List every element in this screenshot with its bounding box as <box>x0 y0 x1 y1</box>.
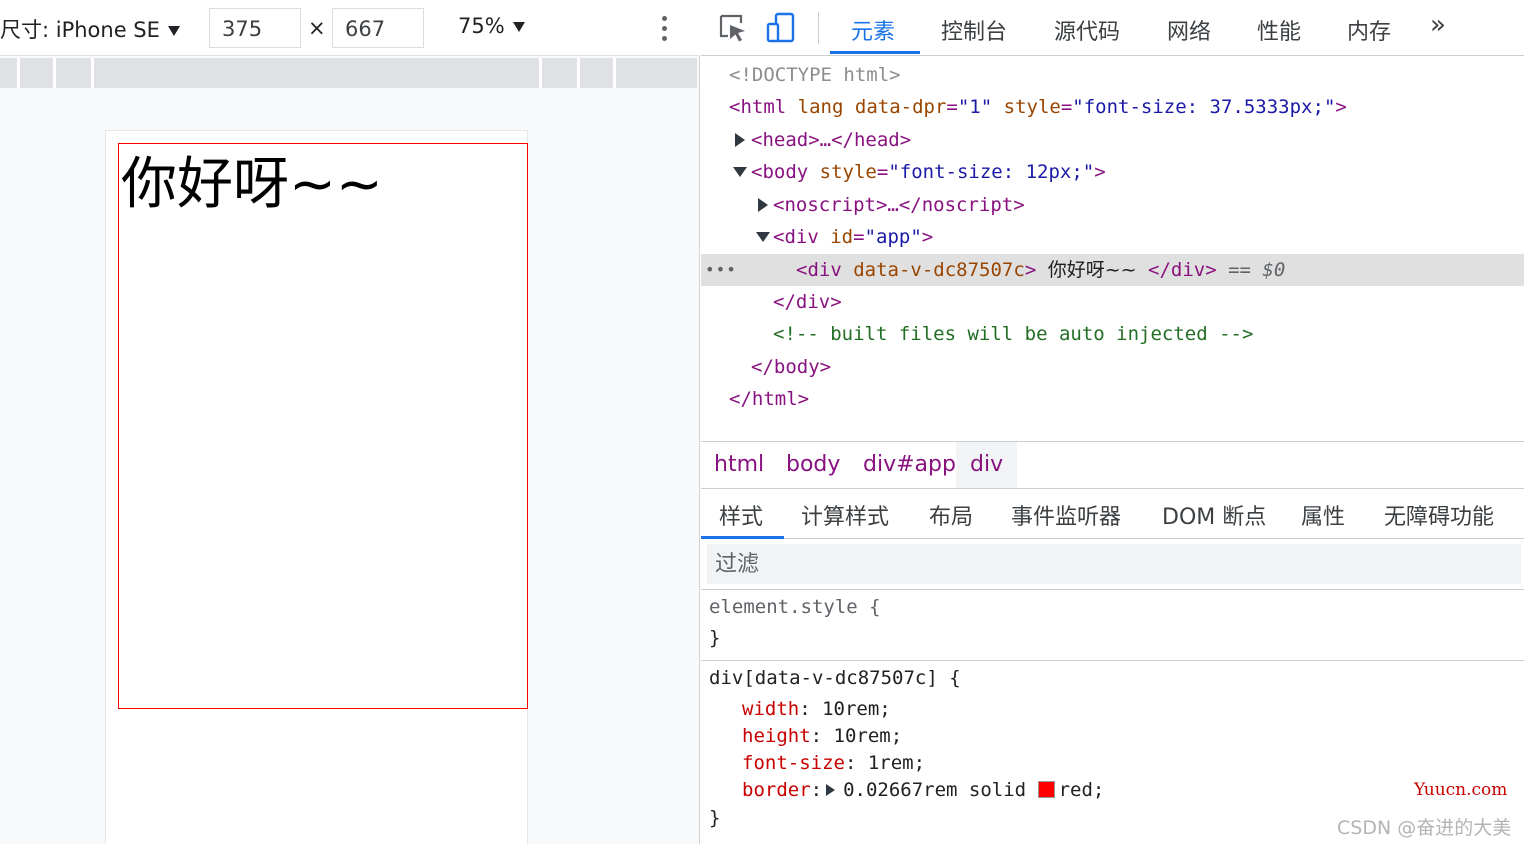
node-actions-icon[interactable]: ••• <box>705 254 737 286</box>
tab-network[interactable]: 网络 <box>1167 14 1211 46</box>
ruler-segment[interactable] <box>56 58 94 88</box>
color-swatch[interactable] <box>1037 781 1055 798</box>
expand-shorthand-icon[interactable] <box>826 784 836 796</box>
collapse-arrow-icon[interactable] <box>733 167 747 177</box>
device-toolbar: 尺寸: iPhone SE 375 × 667 75% <box>0 0 700 56</box>
ruler-segment[interactable] <box>580 58 616 88</box>
breadcrumb-div[interactable]: div <box>956 442 1018 488</box>
height-input[interactable]: 667 <box>332 8 424 48</box>
device-select[interactable]: 尺寸: iPhone SE <box>0 14 180 44</box>
rule-divider <box>701 660 1524 661</box>
element-style-selector[interactable]: element.style { <box>709 593 881 621</box>
tab-computed[interactable]: 计算样式 <box>801 499 889 531</box>
device-emulation-pane: 尺寸: iPhone SE 375 × 667 75% 你好呀~~ <box>0 0 700 844</box>
hello-div[interactable]: 你好呀~~ <box>118 143 528 709</box>
filter-input[interactable] <box>707 544 1521 584</box>
filter-bar <box>701 540 1524 590</box>
breadcrumb: html body div#app div <box>701 441 1524 489</box>
tab-memory[interactable]: 内存 <box>1347 14 1391 46</box>
device-viewport: 你好呀~~ <box>105 130 528 844</box>
devtools-pane: 元素 控制台 源代码 网络 性能 内存 » <!DOCTYPE html> <h… <box>701 0 1524 844</box>
dom-node-body[interactable]: <body style="font-size: 12px;"> <box>701 156 1524 188</box>
breadcrumb-html[interactable]: html <box>714 442 764 488</box>
dom-node-html[interactable]: <html lang data-dpr="1" style="font-size… <box>701 91 1524 123</box>
styles-pane: element.style { } div[data-v-dc87507c] {… <box>701 591 1524 844</box>
tab-elements[interactable]: 元素 <box>851 14 895 46</box>
dom-tree: <!DOCTYPE html> <html lang data-dpr="1" … <box>701 57 1524 440</box>
devtools-main-tabs: 元素 控制台 源代码 网络 性能 内存 » <box>701 0 1524 56</box>
media-query-ruler[interactable] <box>0 58 697 88</box>
dom-node-head[interactable]: <head>…</head> <box>701 124 1524 156</box>
inspect-element-icon[interactable] <box>717 12 749 44</box>
collapse-arrow-icon[interactable] <box>756 232 770 242</box>
ruler-segment[interactable] <box>20 58 56 88</box>
dom-node-body-close[interactable]: </body> <box>701 351 1524 383</box>
active-subtab-indicator <box>701 536 784 539</box>
dom-node-noscript[interactable]: <noscript>…</noscript> <box>701 189 1524 221</box>
ruler-segment[interactable] <box>616 58 697 88</box>
styles-subtabs: 样式 计算样式 布局 事件监听器 DOM 断点 属性 无障碍功能 <box>701 489 1524 539</box>
zoom-select[interactable]: 75% <box>458 14 525 38</box>
css-prop-width[interactable]: width: 10rem; <box>742 695 891 723</box>
more-options-icon[interactable] <box>660 16 668 42</box>
dom-node-comment[interactable]: <!-- built files will be auto injected -… <box>701 318 1524 350</box>
expand-arrow-icon[interactable] <box>735 133 745 147</box>
tab-properties[interactable]: 属性 <box>1301 499 1345 531</box>
tab-styles[interactable]: 样式 <box>719 499 763 531</box>
tab-sources[interactable]: 源代码 <box>1054 14 1120 46</box>
breadcrumb-body[interactable]: body <box>786 442 840 488</box>
ruler-segment[interactable] <box>94 58 542 88</box>
tab-accessibility[interactable]: 无障碍功能 <box>1384 499 1494 531</box>
css-prop-border[interactable]: border: 0.02667rem solid red; <box>742 776 1104 804</box>
chevron-down-icon <box>512 22 525 32</box>
ruler-segment[interactable] <box>542 58 580 88</box>
dom-node-doctype[interactable]: <!DOCTYPE html> <box>701 59 1524 91</box>
more-tabs-icon[interactable]: » <box>1430 10 1446 40</box>
times-sign: × <box>308 16 326 40</box>
width-input[interactable]: 375 <box>209 8 301 48</box>
tab-dom-breakpoints[interactable]: DOM 断点 <box>1162 499 1266 531</box>
site-watermark: Yuucn.com <box>1414 780 1508 800</box>
css-prop-height[interactable]: height: 10rem; <box>742 722 902 750</box>
tab-console[interactable]: 控制台 <box>941 14 1007 46</box>
dom-node-div-app[interactable]: <div id="app"> <box>701 221 1524 253</box>
active-tab-indicator <box>830 51 920 54</box>
device-toggle-icon[interactable] <box>765 12 797 44</box>
rule-close-brace: } <box>709 807 721 829</box>
hello-text: 你好呀~~ <box>121 152 383 217</box>
expand-arrow-icon[interactable] <box>758 198 768 212</box>
breadcrumb-div-app[interactable]: div#app <box>863 442 956 488</box>
ruler-segment[interactable] <box>0 58 20 88</box>
tab-performance[interactable]: 性能 <box>1257 14 1301 46</box>
chevron-down-icon <box>167 26 180 36</box>
dom-node-selected-div[interactable]: ••• <div data-v-dc87507c> 你好呀~~ </div> =… <box>701 254 1524 286</box>
tab-layout[interactable]: 布局 <box>929 499 973 531</box>
author-watermark: CSDN @奋进的大美 <box>1337 817 1512 839</box>
css-prop-font-size[interactable]: font-size: 1rem; <box>742 749 925 777</box>
toolbar-divider <box>818 12 819 44</box>
tab-event-listeners[interactable]: 事件监听器 <box>1011 499 1121 531</box>
element-style-close: } <box>709 627 721 649</box>
dom-node-html-close[interactable]: </html> <box>701 383 1524 415</box>
dom-node-div-close[interactable]: </div> <box>701 286 1524 318</box>
rule-selector[interactable]: div[data-v-dc87507c] { <box>709 664 961 692</box>
